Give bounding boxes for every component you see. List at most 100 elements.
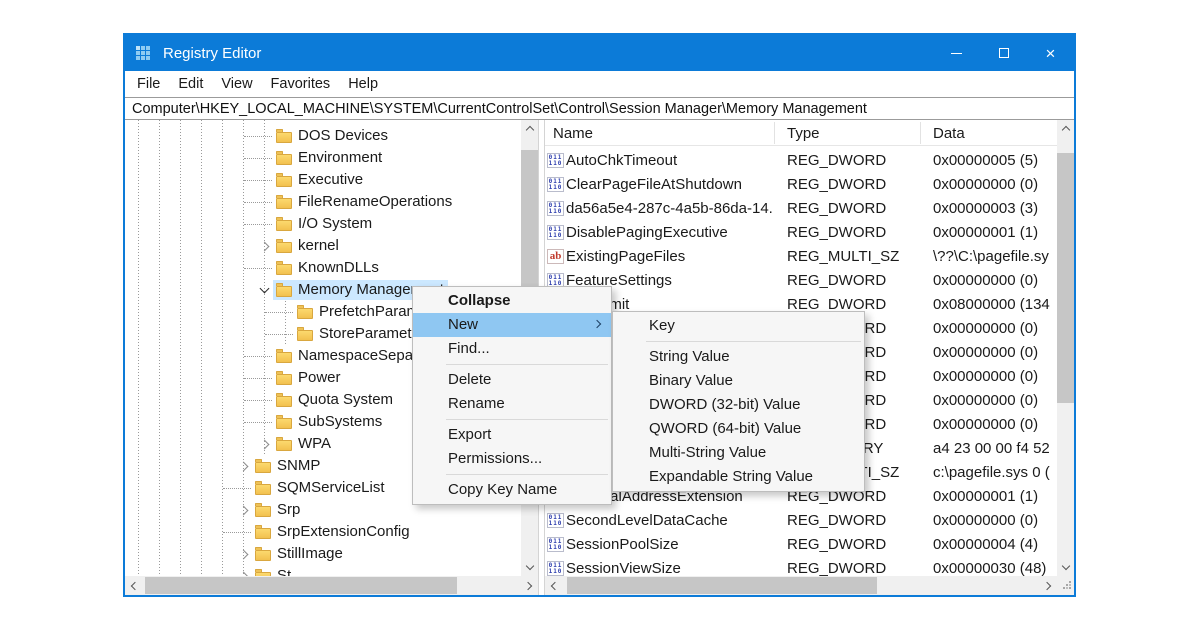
folder-icon — [276, 154, 292, 165]
context-menu-item-find[interactable]: Find... — [413, 337, 611, 361]
expand-icon[interactable] — [234, 457, 252, 475]
scrollbar-thumb[interactable] — [145, 577, 457, 594]
tree-item-filerenameoperations[interactable]: FileRenameOperations — [125, 191, 522, 213]
scroll-right-button[interactable] — [1040, 577, 1057, 594]
value-row-disablepagingexecutive[interactable]: 011110DisablePagingExecutiveREG_DWORD0x0… — [545, 221, 1074, 245]
folder-icon — [276, 220, 292, 231]
value-row-sessionpoolsize[interactable]: 011110SessionPoolSizeREG_DWORD0x00000004… — [545, 533, 1074, 557]
value-data: a4 23 00 00 f4 52 — [933, 440, 1050, 457]
tree-connector — [255, 259, 273, 277]
scroll-right-button[interactable] — [521, 577, 538, 594]
menu-bar: FileEditViewFavoritesHelp — [125, 71, 1074, 97]
context-menu-item-label: Export — [448, 426, 491, 443]
context-menu-item-export[interactable]: Export — [413, 423, 611, 447]
scrollbar-thumb[interactable] — [1057, 153, 1074, 403]
tree-item-i-o-system[interactable]: I/O System — [125, 213, 522, 235]
scroll-up-button[interactable] — [1057, 120, 1074, 137]
minimize-button[interactable] — [933, 35, 980, 71]
tree-connector — [255, 171, 273, 189]
values-vertical-scrollbar[interactable] — [1057, 120, 1074, 576]
expand-icon[interactable] — [234, 567, 252, 576]
registry-editor-icon[interactable] — [136, 46, 151, 61]
tree-connector — [234, 479, 252, 497]
submenu-item-key[interactable]: Key — [613, 314, 864, 338]
column-divider[interactable] — [920, 122, 921, 144]
submenu-item-qword-64-bit-value[interactable]: QWORD (64-bit) Value — [613, 417, 864, 441]
submenu-item-binary-value[interactable]: Binary Value — [613, 369, 864, 393]
maximize-button[interactable] — [980, 35, 1027, 71]
title-bar[interactable]: Registry Editor × — [125, 35, 1074, 71]
expand-icon[interactable] — [234, 501, 252, 519]
folder-icon — [276, 242, 292, 253]
address-input[interactable] — [125, 98, 1074, 119]
scrollbar-thumb[interactable] — [567, 577, 877, 594]
values-horizontal-scrollbar[interactable] — [545, 576, 1057, 595]
value-row-da56a5e4-287c-4a5b-86da-14[interactable]: 011110da56a5e4-287c-4a5b-86da-14...REG_D… — [545, 197, 1074, 221]
tree-item-kernel[interactable]: kernel — [125, 235, 522, 257]
value-row-secondleveldatacache[interactable]: 011110SecondLevelDataCacheREG_DWORD0x000… — [545, 509, 1074, 533]
scroll-left-button[interactable] — [125, 577, 142, 594]
folder-tab — [255, 525, 262, 528]
context-menu-item-rename[interactable]: Rename — [413, 392, 611, 416]
value-row-existingpagefiles[interactable]: abExistingPageFilesREG_MULTI_SZ\??\C:\pa… — [545, 245, 1074, 269]
tree-item-stillimage[interactable]: StillImage — [125, 543, 522, 565]
tree-item-label: St — [277, 567, 291, 576]
folder-tab — [276, 349, 283, 352]
scroll-down-button[interactable] — [521, 559, 538, 576]
tree-node: KnownDLLs — [273, 258, 383, 278]
close-button[interactable]: × — [1027, 35, 1074, 71]
maximize-icon — [999, 48, 1009, 58]
submenu-item-dword-32-bit-value[interactable]: DWORD (32-bit) Value — [613, 393, 864, 417]
value-data: 0x00000000 (0) — [933, 416, 1038, 433]
tree-item-environment[interactable]: Environment — [125, 147, 522, 169]
folder-tab — [276, 393, 283, 396]
context-menu-item-permissions[interactable]: Permissions... — [413, 447, 611, 471]
context-menu-item-label: Rename — [448, 395, 505, 412]
context-menu-item-new[interactable]: New — [413, 313, 611, 337]
column-header-name[interactable]: Name — [553, 125, 593, 142]
value-data: 0x00000005 (5) — [933, 152, 1038, 169]
value-row-clearpagefileatshutdown[interactable]: 011110ClearPageFileAtShutdownREG_DWORD0x… — [545, 173, 1074, 197]
folder-tab — [297, 305, 304, 308]
menubar-item-file[interactable]: File — [128, 76, 169, 92]
context-menu-item-copy-key-name[interactable]: Copy Key Name — [413, 478, 611, 502]
column-header-type[interactable]: Type — [787, 125, 820, 142]
value-row-sessionviewsize[interactable]: 011110SessionViewSizeREG_DWORD0x00000030… — [545, 557, 1074, 576]
expand-icon[interactable] — [234, 545, 252, 563]
close-icon: × — [1046, 45, 1056, 62]
collapse-icon[interactable] — [255, 281, 273, 299]
value-row-autochktimeout[interactable]: 011110AutoChkTimeoutREG_DWORD0x00000005 … — [545, 149, 1074, 173]
menubar-item-view[interactable]: View — [212, 76, 261, 92]
expand-icon[interactable] — [255, 237, 273, 255]
scroll-left-button[interactable] — [545, 577, 562, 594]
submenu-item-multi-string-value[interactable]: Multi-String Value — [613, 441, 864, 465]
menubar-item-help[interactable]: Help — [339, 76, 387, 92]
value-type: REG_DWORD — [787, 560, 886, 576]
tree-horizontal-scrollbar[interactable] — [125, 576, 538, 595]
menubar-item-edit[interactable]: Edit — [169, 76, 212, 92]
tree-item-srpextensionconfig[interactable]: SrpExtensionConfig — [125, 521, 522, 543]
window-controls: × — [933, 35, 1074, 71]
submenu-item-expandable-string-value[interactable]: Expandable String Value — [613, 465, 864, 489]
tree-item-st[interactable]: St — [125, 565, 522, 576]
value-type: REG_DWORD — [787, 272, 886, 289]
value-name: ExistingPageFiles — [566, 248, 774, 265]
folder-icon — [297, 330, 313, 341]
folder-icon — [255, 484, 271, 495]
submenu-item-label: Multi-String Value — [649, 444, 766, 461]
tree-item-executive[interactable]: Executive — [125, 169, 522, 191]
dotted-connector — [244, 268, 272, 269]
resize-grip[interactable] — [1062, 581, 1071, 590]
submenu-item-string-value[interactable]: String Value — [613, 345, 864, 369]
context-menu-item-collapse[interactable]: Collapse — [413, 289, 611, 313]
context-menu-item-delete[interactable]: Delete — [413, 368, 611, 392]
menubar-item-favorites[interactable]: Favorites — [262, 76, 340, 92]
scroll-down-button[interactable] — [1057, 559, 1074, 576]
expand-icon[interactable] — [255, 435, 273, 453]
column-header-data[interactable]: Data — [933, 125, 965, 142]
tree-item-dos-devices[interactable]: DOS Devices — [125, 125, 522, 147]
scroll-up-button[interactable] — [521, 120, 538, 137]
value-row-featuresettings[interactable]: 011110FeatureSettingsREG_DWORD0x00000000… — [545, 269, 1074, 293]
tree-item-knowndlls[interactable]: KnownDLLs — [125, 257, 522, 279]
column-divider[interactable] — [774, 122, 775, 144]
